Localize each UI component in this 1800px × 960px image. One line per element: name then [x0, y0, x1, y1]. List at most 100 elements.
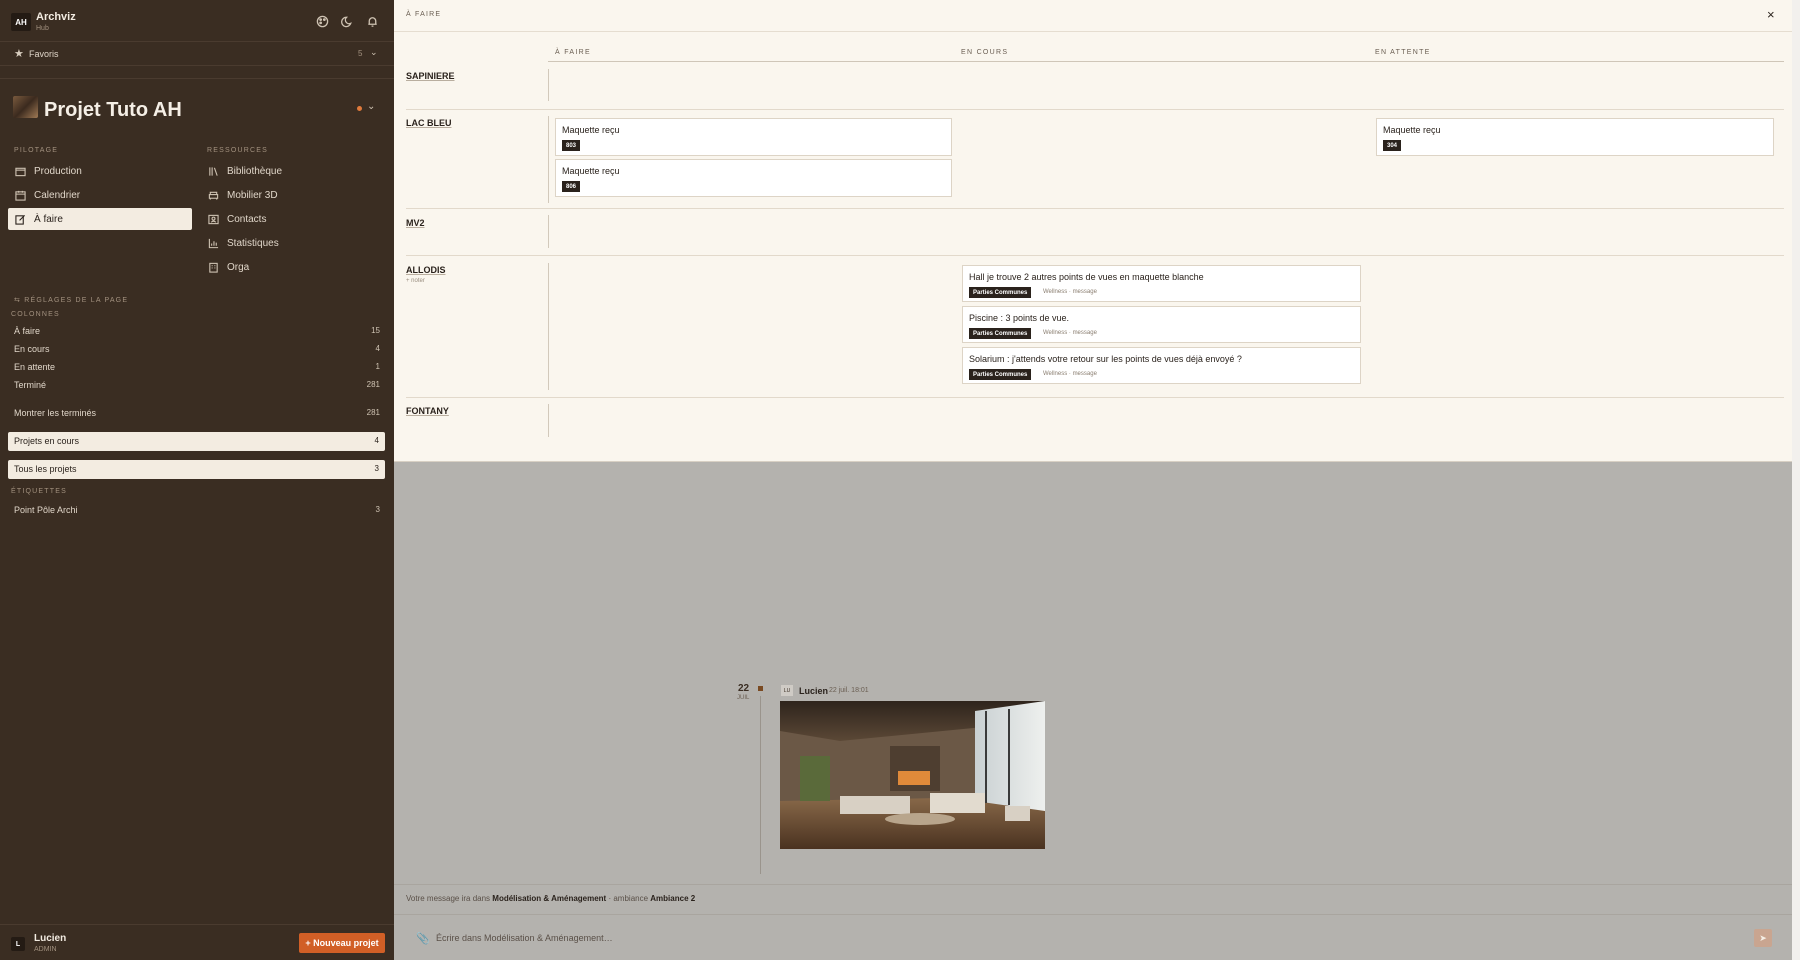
- info-ambiance[interactable]: Ambiance 2: [650, 894, 695, 903]
- task-card[interactable]: Hall je trouve 2 autres points de vues e…: [962, 265, 1361, 302]
- sidebar-header: AH Archviz Hub: [0, 0, 394, 42]
- card-meta: Wellness · message: [1043, 330, 1097, 336]
- furniture-icon: [207, 189, 219, 201]
- nav-item-orga[interactable]: Orga: [201, 256, 385, 278]
- moon-icon[interactable]: [340, 14, 354, 28]
- row-label-sapiniere[interactable]: SAPINIERE: [406, 71, 455, 81]
- nav-item-label: Calendrier: [34, 189, 81, 201]
- chevron-down-icon[interactable]: ⌄: [370, 47, 378, 58]
- nav-item-contacts[interactable]: Contacts: [201, 208, 385, 230]
- bell-icon[interactable]: [365, 14, 379, 28]
- channel-info-bar: Votre message ira dans Modélisation & Am…: [394, 884, 1792, 914]
- row-divider: [548, 69, 549, 101]
- column-toggle-a-faire[interactable]: À faire 15: [14, 325, 380, 341]
- nav-item-label: Bibliothèque: [227, 165, 283, 177]
- show-done-toggle[interactable]: Montrer les terminés 281: [14, 407, 380, 423]
- row-note-link[interactable]: + noter: [406, 278, 425, 284]
- nav-item-mobilier-3d[interactable]: Mobilier 3D: [201, 184, 385, 206]
- nav-item-label: Contacts: [227, 213, 267, 225]
- nav-item-statistiques[interactable]: Statistiques: [201, 232, 385, 254]
- card-badge: Parties Communes: [969, 369, 1032, 380]
- app-name: Archviz: [36, 11, 76, 23]
- column-toggle-en-cours[interactable]: En cours 4: [14, 343, 380, 359]
- row-label-fontany[interactable]: FONTANY: [406, 406, 449, 416]
- column-toggle-termine[interactable]: Terminé 281: [14, 379, 380, 395]
- task-card[interactable]: Piscine : 3 points de vue. Parties Commu…: [962, 306, 1361, 343]
- message-image[interactable]: [780, 701, 1045, 849]
- task-card[interactable]: Solarium : j'attends votre retour sur le…: [962, 347, 1361, 384]
- send-icon[interactable]: ➤: [1754, 929, 1772, 947]
- row-divider: [548, 215, 549, 248]
- row-divider: [548, 404, 549, 437]
- nav-item-label: À faire: [34, 213, 63, 225]
- task-card[interactable]: Maquette reçu 304: [1376, 118, 1774, 156]
- filter-projets-en-cours[interactable]: Projets en cours 4: [8, 432, 385, 451]
- card-meta: Wellness · message: [1043, 371, 1097, 377]
- palette-icon[interactable]: [315, 14, 329, 28]
- sidebar: AH Archviz Hub ★ Favoris 5 ⌄ Projet Tuto…: [0, 0, 394, 960]
- column-toggle-en-attente[interactable]: En attente 1: [14, 361, 380, 377]
- timeline-month: JUIL: [737, 695, 750, 701]
- nav-item-label: Mobilier 3D: [227, 189, 278, 201]
- interior-render-image: [780, 701, 1045, 849]
- compose-bar: 📎 ➤: [394, 914, 1792, 960]
- star-icon: ★: [14, 48, 24, 60]
- favorites-row[interactable]: ★ Favoris 5 ⌄: [0, 42, 394, 66]
- building-icon: [207, 261, 219, 273]
- paperclip-icon[interactable]: 📎: [416, 932, 430, 945]
- avatar[interactable]: L: [11, 937, 25, 951]
- card-title: Piscine : 3 points de vue.: [969, 313, 1070, 323]
- divider: [0, 78, 394, 79]
- library-icon: [207, 165, 219, 177]
- nav-item-calendrier[interactable]: Calendrier: [8, 184, 192, 206]
- column-toggle-count: 281: [366, 380, 380, 389]
- row-label-allodis[interactable]: ALLODIS: [406, 265, 446, 275]
- new-project-button[interactable]: + Nouveau projet: [299, 933, 385, 953]
- nav-item-bibliotheque[interactable]: Bibliothèque: [201, 160, 385, 182]
- avatar: LU: [781, 685, 793, 696]
- tag-item[interactable]: Point Pôle Archi 3: [14, 504, 380, 520]
- status-dot: [357, 106, 362, 111]
- chart-icon: [207, 237, 219, 249]
- message-input[interactable]: [436, 929, 1716, 947]
- card-title: Hall je trouve 2 autres points de vues e…: [969, 272, 1204, 282]
- filter-tous-les-projets[interactable]: Tous les projets 3: [8, 460, 385, 479]
- card-badge: 806: [562, 181, 581, 192]
- scrollbar[interactable]: [1792, 0, 1800, 960]
- nav-item-production[interactable]: Production: [8, 160, 192, 182]
- column-header-en-attente: EN ATTENTE: [1375, 49, 1431, 56]
- filter-count: 3: [374, 464, 379, 473]
- calendar-icon: [14, 189, 26, 201]
- column-header-a-faire: À FAIRE: [555, 49, 591, 56]
- card-badge: Parties Communes: [969, 287, 1032, 298]
- column-toggle-count: 4: [375, 344, 380, 353]
- task-card[interactable]: Maquette reçu 806: [555, 159, 952, 197]
- info-channel[interactable]: Modélisation & Aménagement: [492, 894, 606, 903]
- row-label-lac-bleu[interactable]: LAC BLEU: [406, 118, 452, 128]
- message-author[interactable]: Lucien: [799, 686, 828, 696]
- card-badge: 304: [1383, 140, 1402, 151]
- divider: [548, 61, 1784, 62]
- column-toggle-count: 1: [375, 362, 380, 371]
- close-icon[interactable]: ×: [1767, 7, 1775, 22]
- page-settings-label[interactable]: ⇆ RÉGLAGES DE LA PAGE: [14, 296, 128, 304]
- card-title: Maquette reçu: [562, 166, 620, 176]
- project-title[interactable]: Projet Tuto AH: [44, 99, 182, 122]
- task-card[interactable]: Maquette reçu 803: [555, 118, 952, 156]
- nav-item-a-faire[interactable]: À faire: [8, 208, 192, 230]
- column-toggle-label: En attente: [14, 362, 56, 372]
- card-badge: Parties Communes: [969, 328, 1032, 339]
- user-bar: L Lucien ADMIN + Nouveau projet: [0, 924, 394, 960]
- row-label-mv2[interactable]: MV2: [406, 218, 425, 228]
- todo-board-panel: À FAIRE × À FAIRE EN COURS EN ATTENTE SA…: [394, 0, 1792, 462]
- project-thumbnail: [13, 96, 38, 118]
- columns-label: COLONNES: [11, 311, 60, 318]
- edit-icon: [14, 213, 26, 225]
- chevron-down-icon[interactable]: ⌄: [367, 101, 375, 112]
- row-separator: [406, 208, 1784, 209]
- folder-icon: [14, 165, 26, 177]
- column-toggle-label: En cours: [14, 344, 50, 354]
- ressources-label: RESSOURCES: [207, 147, 269, 154]
- app-logo[interactable]: AH: [11, 13, 31, 31]
- show-done-count: 281: [366, 408, 380, 417]
